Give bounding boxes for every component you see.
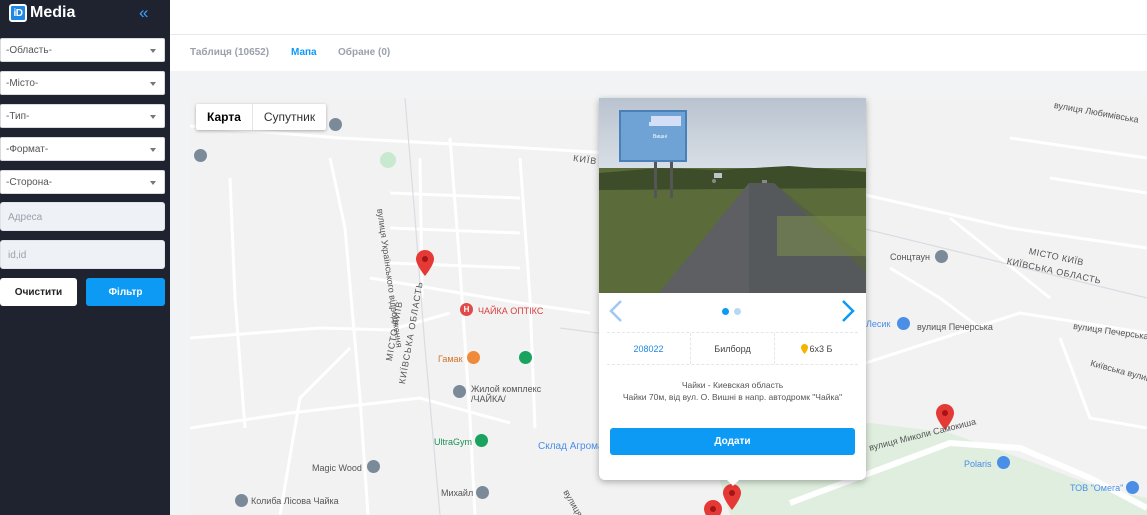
poi-label: Polaris — [964, 459, 992, 469]
brand-logo[interactable]: iD Media — [9, 4, 75, 22]
id-input[interactable]: id,id — [0, 240, 165, 269]
billboard-address: Чайки - Киевская область Чайки 70м, від … — [599, 379, 866, 403]
gym-poi-icon[interactable] — [475, 434, 488, 447]
billboard-info-row: 208022 Билборд 6x3 Б — [607, 332, 858, 365]
side-select-value: -Сторона- — [6, 177, 53, 188]
caret-down-icon — [150, 82, 156, 86]
park-poi-icon[interactable] — [519, 351, 532, 364]
map-marker-icon[interactable] — [704, 500, 722, 515]
poi-label: UltraGym — [434, 437, 472, 447]
slide-dot-active[interactable] — [722, 308, 729, 315]
tab-favorites[interactable]: Обране (0) — [338, 47, 390, 58]
map-marker-icon[interactable] — [723, 484, 741, 510]
caret-down-icon — [150, 148, 156, 152]
billboard-address-line2: Чайки 70м, від вул. О. Вишні в напр. авт… — [622, 392, 843, 402]
poi-icon[interactable] — [329, 118, 342, 131]
poi-label: Лесик — [866, 319, 891, 329]
chevron-right-icon[interactable] — [839, 299, 857, 323]
map-marker-icon[interactable] — [416, 250, 434, 276]
tab-table[interactable]: Таблиця (10652) — [190, 47, 269, 58]
billboard-id-value: 208022 — [633, 343, 664, 354]
popup-pointer — [725, 478, 741, 486]
poi-icon[interactable] — [367, 460, 380, 473]
billboard-size: 6x3 Б — [775, 333, 858, 364]
optics-poi-icon[interactable]: H — [460, 303, 473, 316]
map-type-satellite-button[interactable]: Супутник — [253, 104, 326, 130]
poi-label: Сонцтаун — [890, 252, 931, 262]
poi-label: Жилой комплекс — [471, 384, 542, 394]
caret-down-icon — [150, 49, 156, 53]
slide-dot[interactable] — [734, 308, 741, 315]
region-select[interactable]: -Область- — [0, 38, 165, 62]
poi-icon[interactable] — [476, 486, 489, 499]
billboard-size-value: 6x3 Б — [809, 343, 833, 354]
top-bar — [170, 0, 1147, 35]
filter-button[interactable]: Фільтр — [86, 278, 165, 306]
shop-poi-icon[interactable] — [997, 456, 1010, 469]
poi-label: Magic Wood — [312, 463, 362, 473]
poi-icon[interactable] — [453, 385, 466, 398]
poi-label: Гамак — [438, 354, 463, 364]
tab-map[interactable]: Мапа — [291, 47, 317, 58]
shop-poi-icon[interactable] — [897, 317, 910, 330]
map-type-map-button[interactable]: Карта — [196, 104, 253, 130]
billboard-address-line1: Чайки - Киевская область — [681, 380, 784, 390]
region-select-value: -Область- — [6, 45, 52, 56]
sidebar: iD Media « -Область- -Місто- -Тип- -Форм… — [0, 0, 170, 515]
clear-button[interactable]: Очистити — [0, 278, 77, 306]
billboard-type-value: Билборд — [714, 343, 751, 354]
pin-icon — [800, 343, 808, 354]
billboard-photo-image: Вишні — [599, 98, 866, 293]
type-select-value: -Тип- — [6, 111, 30, 122]
shop-poi-icon[interactable] — [1126, 481, 1139, 494]
poi-label: Колиба Лісова Чайка — [251, 496, 339, 506]
caret-down-icon — [150, 115, 156, 119]
add-button[interactable]: Додати — [610, 428, 855, 455]
format-select[interactable]: -Формат- — [0, 137, 165, 161]
caret-down-icon — [150, 181, 156, 185]
billboard-type: Билборд — [691, 333, 775, 364]
poi-label: ЧАЙКА ОПТІКС — [478, 306, 544, 316]
address-input[interactable]: Адреса — [0, 202, 165, 231]
chevron-left-icon[interactable] — [607, 299, 625, 323]
city-select[interactable]: -Місто- — [0, 71, 165, 95]
side-select[interactable]: -Сторона- — [0, 170, 165, 194]
brand-name: Media — [30, 4, 76, 21]
poi-label: /ЧАЙКА/ — [471, 394, 506, 404]
billboard-id[interactable]: 208022 — [607, 333, 691, 364]
poi-label: ТОВ "Омега" — [1070, 483, 1124, 493]
svg-text:Вишні: Вишні — [653, 134, 667, 140]
format-select-value: -Формат- — [6, 144, 49, 155]
poi-icon[interactable] — [935, 250, 948, 263]
cafe-poi-icon[interactable] — [467, 351, 480, 364]
type-select[interactable]: -Тип- — [0, 104, 165, 128]
poi-icon[interactable] — [194, 149, 207, 162]
billboard-popup: Вишні 208022 Билборд 6x3 Б Чайки - Киевс… — [599, 98, 866, 486]
poi-icon[interactable] — [235, 494, 248, 507]
logo-icon: iD — [9, 4, 27, 22]
poi-label: Михайл — [441, 488, 474, 498]
map-type-switch: Карта Супутник — [196, 104, 327, 130]
city-select-value: -Місто- — [6, 78, 39, 89]
poi-label: Склад Агрома — [538, 441, 604, 452]
street-label: вулиця Печерська — [917, 322, 993, 332]
billboard-photo: Вишні — [599, 98, 866, 293]
double-chevron-left-icon[interactable]: « — [139, 3, 148, 23]
